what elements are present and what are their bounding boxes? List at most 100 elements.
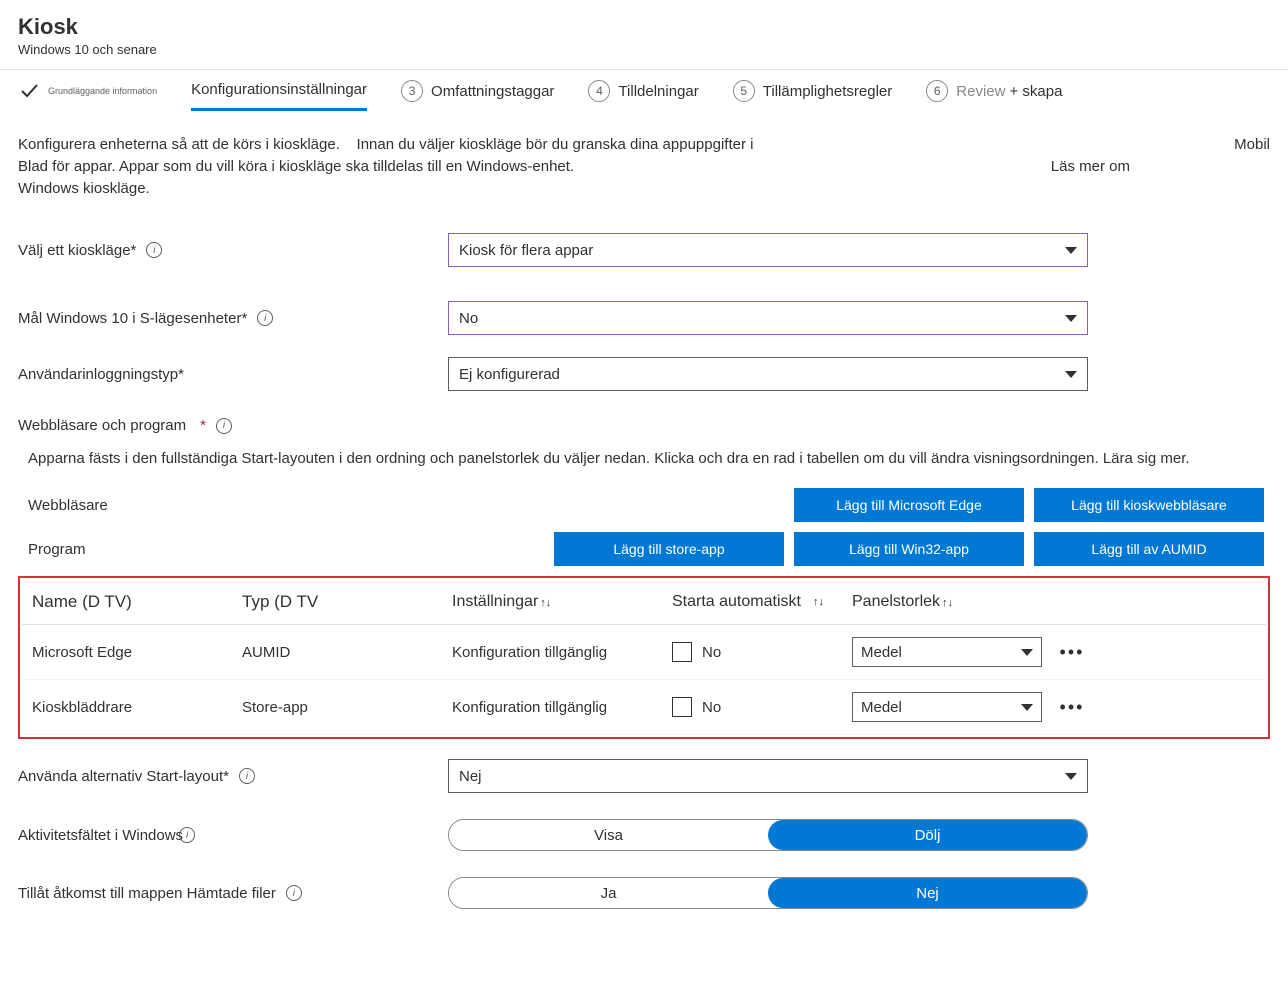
cell-auto: No [702,699,721,716]
autolaunch-checkbox[interactable] [672,697,692,717]
cell-tile: Medel [861,699,902,716]
cell-settings: Konfiguration tillgänglig [452,644,672,661]
s-mode-label: Mål Windows 10 i S-lägesenheter* [18,310,247,327]
cell-type: AUMID [242,644,452,661]
tile-size-select[interactable]: Medel [852,637,1042,667]
apps-table: Name (D TV) Typ (D TV Inställningar↑↓ St… [22,580,1266,735]
add-store-app-button[interactable]: Lägg till store-app [554,532,784,566]
add-edge-button[interactable]: Lägg till Microsoft Edge [794,488,1024,522]
step-review-label: Review [956,83,1005,100]
row-s-mode: Mål Windows 10 i S-lägesenheter* i No [18,301,1270,335]
browsers-programs-label: Webbläsare och program [18,417,186,434]
chevron-down-icon [1065,773,1077,780]
taskbar-label: Aktivitetsfältet i Windows [18,827,183,844]
kiosk-mode-value: Kiosk för flera appar [459,242,593,259]
info-icon[interactable]: i [286,885,302,901]
step-scope-label: Omfattningstaggar [431,83,554,100]
intro-line1b: Innan du väljer kioskläge bör du granska… [357,136,754,153]
info-icon[interactable]: i [146,242,162,258]
intro-line1a: Konfigurera enheterna så att de körs i k… [18,136,340,153]
th-name[interactable]: Name (D TV) [32,592,242,612]
tile-size-select[interactable]: Medel [852,692,1042,722]
taskbar-show-option[interactable]: Visa [449,820,768,850]
logon-type-label: Användarinloggningstyp* [18,366,184,383]
th-settings[interactable]: Inställningar↑↓ [452,593,672,611]
kiosk-mode-select[interactable]: Kiosk för flera appar [448,233,1088,267]
table-row[interactable]: Microsoft Edge AUMID Konfiguration tillg… [22,625,1266,680]
chevron-down-icon [1021,649,1033,656]
row-browsers-label: Webbläsare [18,497,358,514]
step-assign[interactable]: 4 Tilldelningar [588,80,698,112]
th-tile[interactable]: Panelstorlek↑↓ [852,593,1052,611]
step-config[interactable]: Konfigurationsinställningar [191,81,367,111]
add-win32-app-button[interactable]: Lägg till Win32-app [794,532,1024,566]
alt-start-value: Nej [459,768,482,785]
content-area: Konfigurera enheterna så att de körs i k… [0,112,1288,931]
info-icon[interactable]: i [179,827,195,843]
cell-auto: No [702,644,721,661]
page-title: Kiosk [18,14,1270,40]
intro-right2: Läs mer om [1051,156,1130,178]
kiosk-mode-label: Välj ett kioskläge* [18,242,136,259]
row-programs-label: Program [18,541,358,558]
row-programs: Program Lägg till store-app Lägg till Wi… [18,532,1270,566]
table-header: Name (D TV) Typ (D TV Inställningar↑↓ St… [22,580,1266,625]
intro-right1: Mobil [1234,134,1270,156]
autolaunch-checkbox[interactable] [672,642,692,662]
sort-icon: ↑↓ [540,597,551,609]
row-more-button[interactable]: ••• [1052,697,1092,718]
cell-tile: Medel [861,644,902,661]
downloads-no-option[interactable]: Nej [768,878,1087,908]
add-aumid-button[interactable]: Lägg till av AUMID [1034,532,1264,566]
step-basics[interactable]: Grundläggande information [18,80,157,112]
add-kiosk-browser-button[interactable]: Lägg till kioskwebbläsare [1034,488,1264,522]
s-mode-value: No [459,310,478,327]
taskbar-toggle: Visa Dölj [448,819,1088,851]
step-applicability-label: Tillämplighetsregler [763,83,893,100]
s-mode-select[interactable]: No [448,301,1088,335]
row-more-button[interactable]: ••• [1052,642,1092,663]
row-logon-type: Användarinloggningstyp* Ej konfigurerad [18,357,1270,391]
step-number-6: 6 [926,80,948,102]
step-review[interactable]: 6 Review + skapa [926,80,1062,112]
row-taskbar: Aktivitetsfältet i Windows i Visa Dölj [18,819,1270,851]
wizard-stepper: Grundläggande information Konfigurations… [0,70,1288,112]
apps-table-highlight: Name (D TV) Typ (D TV Inställningar↑↓ St… [18,576,1270,739]
chevron-down-icon [1065,371,1077,378]
chevron-down-icon [1065,315,1077,322]
cell-name: Microsoft Edge [32,644,242,661]
alt-start-label: Använda alternativ Start-layout* [18,768,229,785]
cell-type: Store-app [242,699,452,716]
step-applicability[interactable]: 5 Tillämplighetsregler [733,80,893,112]
logon-type-value: Ej konfigurerad [459,366,560,383]
table-row[interactable]: Kioskbläddrare Store-app Konfiguration t… [22,680,1266,735]
alt-start-select[interactable]: Nej [448,759,1088,793]
info-icon[interactable]: i [257,310,273,326]
downloads-yes-option[interactable]: Ja [449,878,768,908]
th-type[interactable]: Typ (D TV [242,592,452,612]
th-auto[interactable]: Starta automatiskt↑↓ [672,593,852,611]
chevron-down-icon [1065,247,1077,254]
taskbar-hide-option[interactable]: Dölj [768,820,1087,850]
chevron-down-icon [1021,704,1033,711]
sort-icon: ↑↓ [942,597,953,609]
logon-type-select[interactable]: Ej konfigurerad [448,357,1088,391]
cell-name: Kioskbläddrare [32,699,242,716]
page-subtitle: Windows 10 och senare [18,42,1270,57]
browsers-programs-desc: Apparna fästs i den fullständiga Start-l… [28,448,1270,470]
row-kiosk-mode: Välj ett kioskläge* i Kiosk för flera ap… [18,233,1270,267]
row-downloads: Tillåt åtkomst till mappen Hämtade filer… [18,877,1270,909]
browsers-programs-heading: Webbläsare och program * i [18,417,1270,434]
info-icon[interactable]: i [239,768,255,784]
row-alt-start: Använda alternativ Start-layout* i Nej [18,759,1270,793]
row-browsers: Webbläsare Lägg till Microsoft Edge Lägg… [18,488,1270,522]
intro-line3: Windows kioskläge. [18,178,1270,200]
step-scope[interactable]: 3 Omfattningstaggar [401,80,554,112]
step-config-label: Konfigurationsinställningar [191,81,367,98]
info-icon[interactable]: i [216,418,232,434]
downloads-toggle: Ja Nej [448,877,1088,909]
intro-line2a: Blad för appar. Appar som du vill köra i… [18,158,574,175]
sort-icon: ↑↓ [813,596,824,608]
step-review-plus: + skapa [1009,83,1062,100]
check-icon [18,80,40,102]
